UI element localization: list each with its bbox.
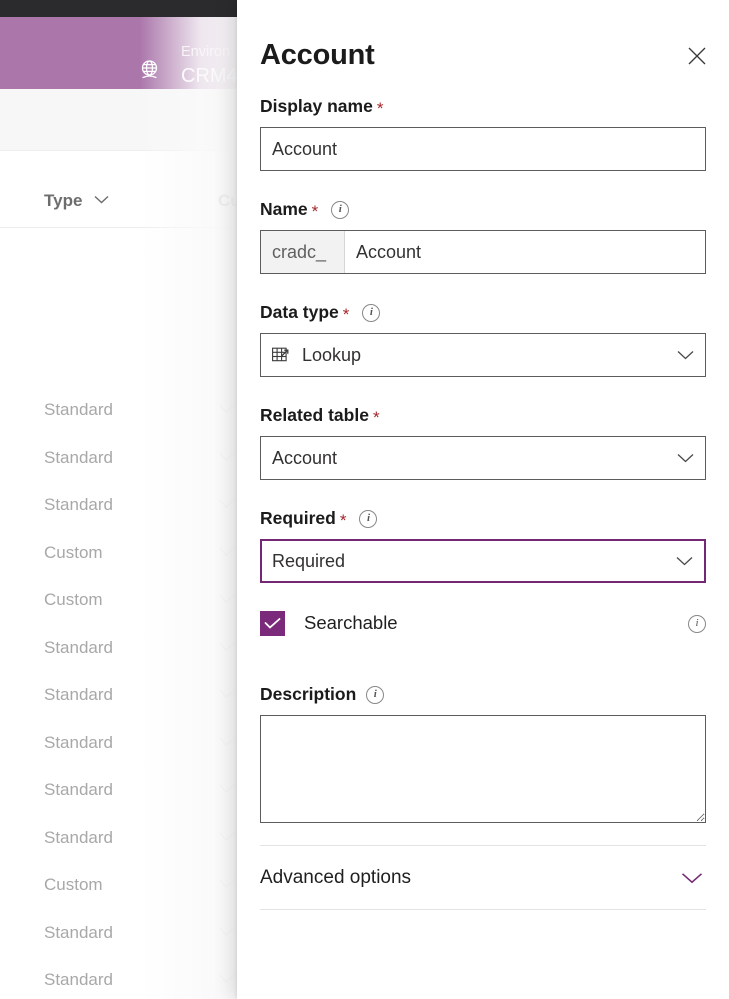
environment-label: Environ (181, 44, 231, 60)
field-related-table-label: Related table * (260, 403, 706, 427)
checkmark-icon (219, 731, 237, 755)
field-display-name: Display name * (260, 94, 706, 171)
advanced-options-toggle[interactable]: Advanced options (260, 846, 706, 909)
required-value: Required (272, 551, 346, 571)
column-header-type-label: Type (44, 191, 83, 210)
close-icon[interactable] (678, 37, 716, 75)
related-table-value: Account (272, 448, 338, 468)
description-textarea[interactable] (260, 715, 706, 823)
panel-header: Account (237, 0, 729, 94)
searchable-row: Searchable i (260, 608, 706, 638)
name-input-group: cradc_ (260, 230, 706, 274)
table-cell-type: Standard (44, 637, 113, 657)
table-cell-type: Standard (44, 495, 113, 514)
table-cell-type: Standard (44, 732, 113, 752)
field-display-name-label-text: Display name (260, 96, 373, 116)
required-asterisk: * (342, 304, 350, 324)
table-cell-type: Standard (44, 400, 113, 419)
globe-icon (136, 57, 163, 84)
checkmark-icon (219, 778, 237, 802)
table-cell-type: Custom (44, 542, 103, 562)
field-data-type-label-text: Data type (260, 302, 339, 322)
checkmark-icon (219, 826, 237, 850)
checkmark-icon (219, 636, 237, 660)
required-asterisk: * (339, 510, 347, 530)
field-required: Required * i Required (260, 506, 706, 583)
checkmark-icon (219, 446, 237, 470)
required-asterisk: * (372, 407, 380, 427)
environment-name: CRM4 (181, 65, 238, 87)
info-icon[interactable]: i (362, 304, 381, 322)
field-description: Description i (260, 682, 706, 823)
table-cell-type: Custom (44, 875, 103, 894)
checkmark-icon (219, 873, 237, 897)
table-cell-type: Standard (44, 780, 113, 799)
chevron-down-icon (677, 453, 694, 463)
lookup-icon (272, 347, 291, 364)
field-required-label-text: Required (260, 508, 336, 528)
required-dropdown[interactable]: Required (260, 539, 706, 583)
data-type-value: Lookup (302, 345, 362, 365)
chevron-down-icon (681, 872, 706, 884)
table-cell-type: Custom (44, 590, 103, 609)
required-asterisk: * (376, 98, 384, 118)
field-name: Name * i cradc_ (260, 197, 706, 274)
field-data-type-label: Data type * i (260, 300, 706, 324)
field-description-label-text: Description (260, 684, 357, 704)
checkmark-icon (219, 968, 237, 992)
checkmark-icon (219, 493, 237, 517)
table-cell-type: Standard (44, 970, 113, 989)
column-header-type[interactable]: Type (44, 190, 109, 212)
checkmark-icon (219, 541, 237, 565)
name-input[interactable] (345, 231, 705, 273)
divider-below-advanced (260, 909, 706, 910)
field-related-table-label-text: Related table (260, 405, 369, 425)
searchable-label: Searchable (304, 612, 398, 633)
chevron-down-icon (94, 188, 109, 210)
field-properties-panel: Account Display name * Name (237, 0, 729, 999)
field-name-label: Name * i (260, 197, 706, 221)
related-table-dropdown[interactable]: Account (260, 436, 706, 480)
field-related-table: Related table * Account (260, 403, 706, 480)
checkmark-icon (219, 588, 237, 612)
searchable-checkbox[interactable] (260, 610, 285, 636)
table-cell-type: Standard (44, 685, 113, 704)
checkmark-icon (219, 921, 237, 945)
chevron-down-icon (677, 350, 694, 360)
table-cell-type: Standard (44, 447, 113, 467)
display-name-input[interactable] (260, 127, 706, 171)
info-icon[interactable]: i (366, 686, 385, 704)
field-display-name-label: Display name * (260, 94, 706, 118)
environment-text: Environ CRM4 (181, 43, 238, 89)
table-cell-type: Standard (44, 827, 113, 847)
info-icon[interactable]: i (359, 510, 378, 528)
info-icon[interactable]: i (688, 615, 706, 633)
field-name-label-text: Name (260, 199, 308, 219)
screen-root: ▲ Environ CRM4 Type (0, 0, 729, 999)
field-description-label: Description i (260, 682, 706, 706)
checkmark-icon (219, 683, 237, 707)
table-cell-type: Standard (44, 922, 113, 942)
checkmark-icon (219, 398, 237, 422)
advanced-options-label: Advanced options (260, 866, 412, 888)
chevron-down-icon (676, 556, 693, 566)
panel-body: Display name * Name * i cradc_ (237, 94, 729, 910)
info-icon[interactable]: i (331, 201, 350, 219)
field-required-label: Required * i (260, 506, 706, 530)
required-asterisk: * (311, 201, 319, 221)
data-type-dropdown[interactable]: Lookup (260, 333, 706, 377)
name-prefix: cradc_ (261, 231, 345, 273)
page-title: Account (260, 39, 375, 71)
field-data-type: Data type * i Lookup (260, 300, 706, 377)
